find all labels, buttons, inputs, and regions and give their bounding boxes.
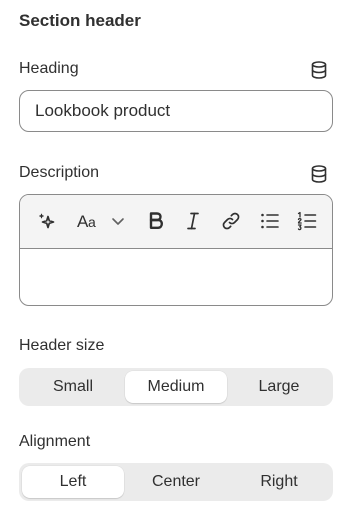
text-style-icon[interactable]: A a [76, 210, 100, 232]
header-size-option-large[interactable]: Large [228, 371, 330, 403]
header-size-option-medium[interactable]: Medium [125, 371, 227, 403]
bullet-list-icon[interactable] [259, 210, 281, 232]
editor-toolbar: A a [20, 195, 332, 249]
alignment-segmented-control: Left Center Right [19, 463, 333, 501]
header-size-segmented-control: Small Medium Large [19, 368, 333, 406]
settings-panel: Section header Heading Description [0, 0, 354, 517]
alignment-option-center[interactable]: Center [125, 466, 227, 498]
heading-input[interactable] [19, 90, 333, 132]
header-size-option-small[interactable]: Small [22, 371, 124, 403]
description-editor: A a [19, 194, 333, 306]
chevron-down-icon[interactable] [110, 210, 126, 232]
description-dynamic-source-icon[interactable] [311, 165, 327, 183]
svg-text:a: a [88, 214, 96, 230]
ai-generate-icon[interactable] [36, 210, 58, 232]
italic-icon[interactable] [184, 210, 202, 232]
bold-icon[interactable] [146, 210, 166, 232]
alignment-label: Alignment [19, 433, 91, 450]
section-title: Section header [19, 11, 141, 30]
numbered-list-icon[interactable] [296, 210, 318, 232]
heading-label: Heading [19, 60, 79, 77]
description-label: Description [19, 164, 100, 181]
description-text-area[interactable] [20, 249, 332, 305]
alignment-option-left[interactable]: Left [22, 466, 124, 498]
header-size-label: Header size [19, 337, 105, 354]
link-icon[interactable] [220, 210, 242, 232]
alignment-option-right[interactable]: Right [228, 466, 330, 498]
heading-dynamic-source-icon[interactable] [311, 61, 327, 79]
